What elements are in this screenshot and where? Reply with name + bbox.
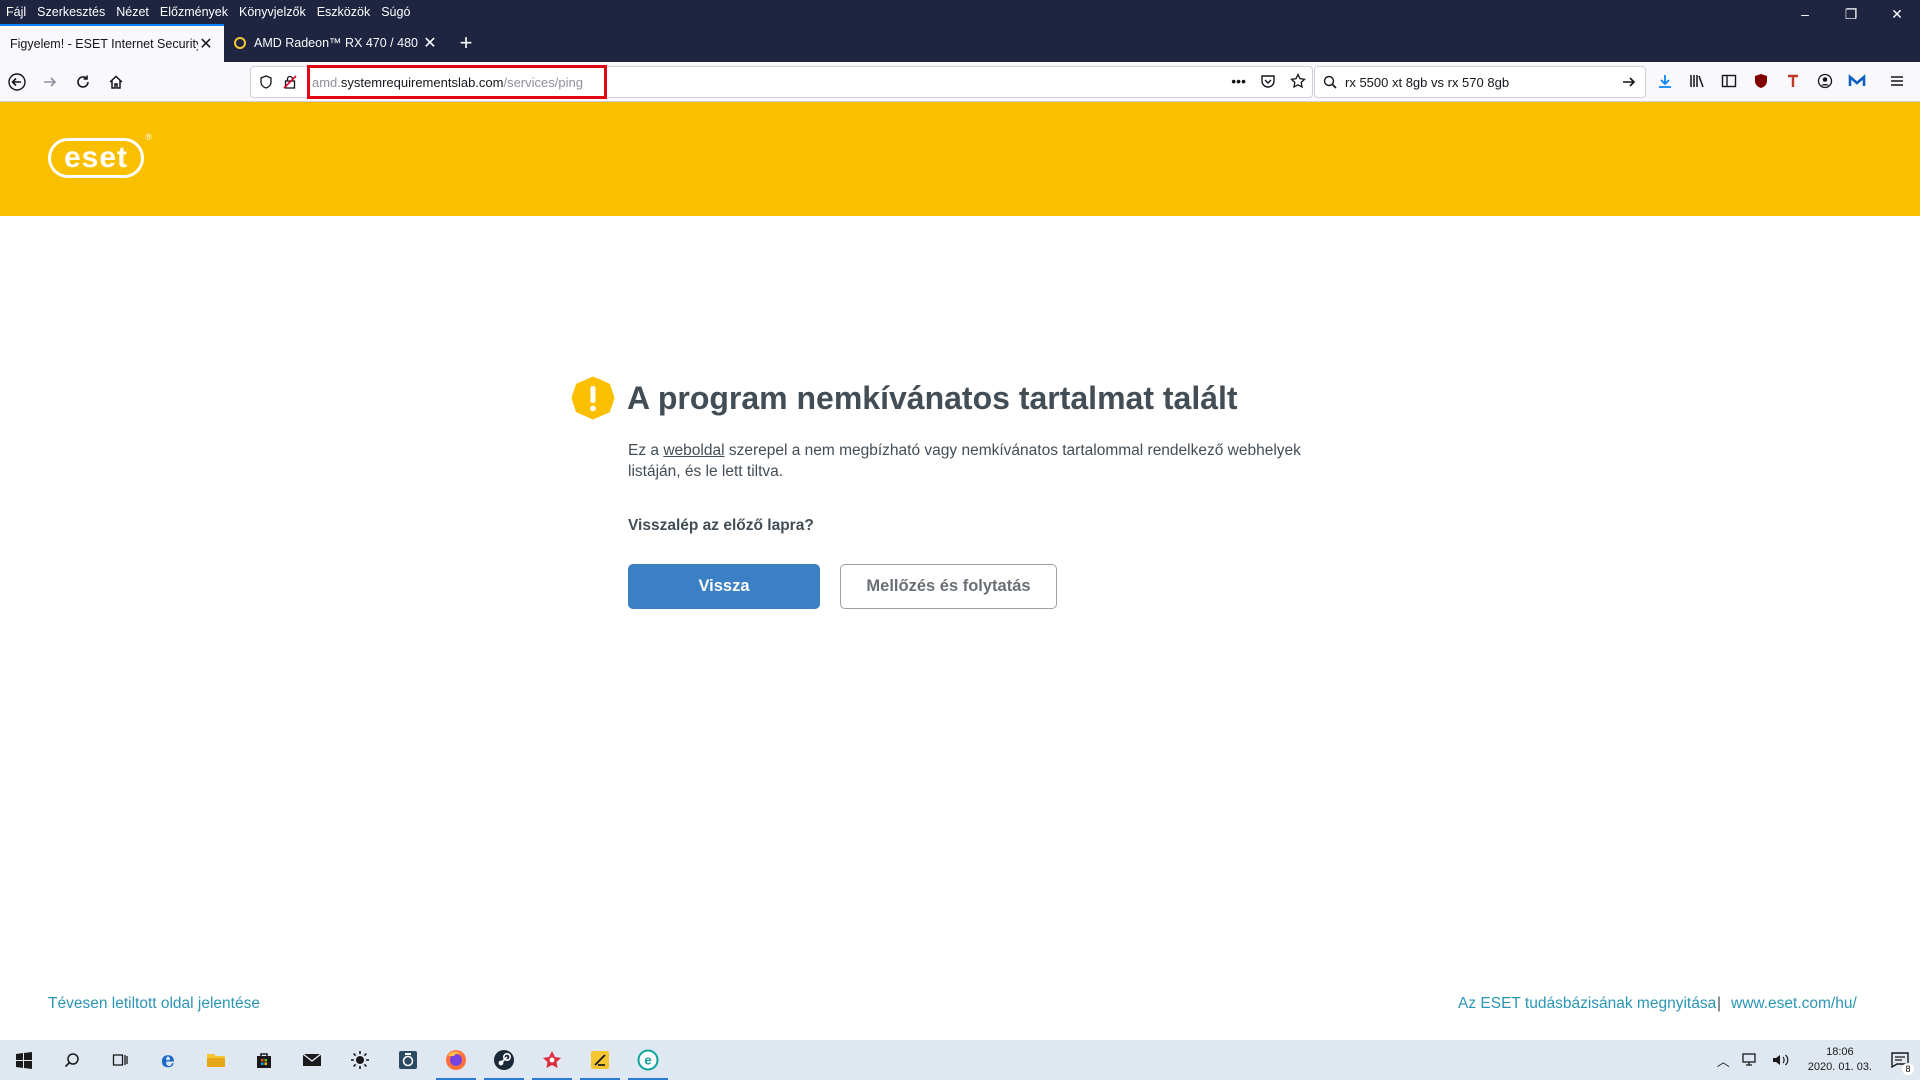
library-icon[interactable] (1687, 70, 1707, 92)
arrow-right-icon (44, 76, 57, 87)
menu-edit[interactable]: Szerkesztés (37, 5, 105, 19)
brightness-icon[interactable] (336, 1040, 384, 1080)
search-bar[interactable]: rx 5500 xt 8gb vs rx 570 8gb (1314, 66, 1646, 98)
new-tab-button[interactable]: + (448, 24, 484, 62)
menu-bar: Fájl Szerkesztés Nézet Előzmények Könyvj… (0, 0, 1920, 24)
back-button[interactable] (1, 66, 33, 98)
footer-separator: | (1717, 995, 1722, 1012)
more-actions-icon[interactable]: ••• (1231, 73, 1246, 89)
show-hidden-icons-icon[interactable]: ︿ (1717, 1051, 1730, 1070)
ignore-and-continue-button[interactable]: Mellőzés és folytatás (840, 564, 1057, 609)
forward-button[interactable] (34, 66, 66, 98)
task-view-icon[interactable] (96, 1040, 144, 1080)
system-tray: ︿ 18:06 2020. 01. 03. 8 (1711, 1040, 1920, 1080)
url-actions: ••• (1231, 73, 1306, 89)
account-icon[interactable] (1815, 70, 1835, 92)
svg-text:e: e (644, 1053, 651, 1068)
tab-title: AMD Radeon™ RX 470 / 480 és (254, 36, 422, 50)
warning-description: Ez a weboldal szerepel a nem megbízható … (628, 440, 1328, 482)
eset-app-icon[interactable]: e (624, 1040, 672, 1080)
file-explorer-icon[interactable] (192, 1040, 240, 1080)
editor-app-icon[interactable] (576, 1040, 624, 1080)
url-subdomain: amd. (312, 75, 341, 90)
mail-icon[interactable] (288, 1040, 336, 1080)
clock-date: 2020. 01. 03. (1807, 1061, 1872, 1073)
store-icon[interactable] (240, 1040, 288, 1080)
home-icon (109, 74, 123, 89)
menu-tools[interactable]: Eszközök (317, 5, 371, 19)
url-text[interactable]: amd.systemrequirementslab.com/services/p… (312, 75, 583, 90)
hamburger-menu-icon[interactable] (1887, 70, 1907, 92)
shield-icon[interactable] (259, 75, 273, 89)
knowledge-base-link[interactable]: Az ESET tudásbázisának megnyitása (1458, 995, 1716, 1013)
volume-icon[interactable] (1772, 1053, 1790, 1067)
warning-exclamation-icon (571, 376, 615, 420)
loading-icon (234, 37, 246, 49)
malwarebytes-icon[interactable] (1847, 70, 1867, 92)
url-bar[interactable]: amd.systemrequirementslab.com/services/p… (250, 65, 1313, 99)
network-icon[interactable] (1742, 1053, 1760, 1067)
bookmark-star-icon[interactable] (1290, 73, 1306, 89)
notification-count: 8 (1902, 1063, 1914, 1075)
close-tab-icon[interactable]: ✕ (198, 34, 214, 54)
search-icon (1323, 75, 1337, 89)
back-button-primary[interactable]: Vissza (628, 564, 820, 609)
taskbar: e e ︿ 18:06 2020. 01. 03. 8 (0, 1040, 1920, 1080)
clock[interactable]: 18:06 2020. 01. 03. (1808, 1045, 1872, 1075)
eset-logo-text: eset (63, 141, 129, 174)
eset-banner: eset ® (0, 102, 1920, 216)
insecure-lock-icon[interactable] (283, 75, 297, 89)
menu-bookmarks[interactable]: Könyvjelzők (239, 5, 306, 19)
sidebar-icon[interactable] (1719, 70, 1739, 92)
action-center-icon[interactable]: 8 (1880, 1040, 1920, 1080)
menu-history[interactable]: Előzmények (160, 5, 228, 19)
menu-file[interactable]: Fájl (6, 5, 26, 19)
url-path: /services/ping (503, 75, 583, 90)
tab-title: Figyelem! - ESET Internet Security (10, 37, 198, 51)
downloads-icon[interactable] (1655, 70, 1675, 92)
close-tab-icon[interactable]: ✕ (422, 33, 438, 53)
edge-icon[interactable]: e (144, 1040, 192, 1080)
toolbar-icons (1655, 70, 1907, 92)
reload-button[interactable] (67, 66, 99, 98)
firefox-icon[interactable] (432, 1040, 480, 1080)
registered-mark: ® (145, 132, 153, 142)
search-input[interactable]: rx 5500 xt 8gb vs rx 570 8gb (1345, 75, 1509, 90)
game-launcher-icon[interactable] (528, 1040, 576, 1080)
search-icon[interactable] (48, 1040, 96, 1080)
tab-amd-radeon[interactable]: AMD Radeon™ RX 470 / 480 és ✕ (224, 24, 448, 62)
pocket-icon[interactable] (1260, 73, 1276, 89)
go-arrow-icon[interactable] (1621, 74, 1637, 90)
report-false-block-link[interactable]: Tévesen letiltott oldal jelentése (48, 995, 260, 1013)
page-title: A program nemkívánatos tartalmat talált (627, 380, 1238, 416)
menu: Fájl Szerkesztés Nézet Előzmények Könyvj… (0, 5, 421, 19)
tab-eset-warning[interactable]: Figyelem! - ESET Internet Security ✕ (0, 24, 224, 62)
go-back-question: Visszalép az előző lapra? (628, 517, 814, 534)
arrow-left-icon (8, 72, 26, 91)
ublock-icon[interactable] (1751, 70, 1771, 92)
steam-icon[interactable] (480, 1040, 528, 1080)
clock-time: 18:06 (1826, 1046, 1854, 1058)
home-button[interactable] (100, 66, 132, 98)
desc-prefix: Ez a (628, 442, 664, 459)
windows-start-icon[interactable] (0, 1040, 48, 1080)
eset-logo: eset ® (48, 133, 152, 178)
tab-strip: Figyelem! - ESET Internet Security ✕ AMD… (0, 24, 1920, 62)
reload-icon (77, 75, 89, 88)
nav-bar: amd.systemrequirementslab.com/services/p… (0, 62, 1920, 102)
menu-help[interactable]: Súgó (381, 5, 410, 19)
website-link[interactable]: weboldal (663, 442, 724, 459)
url-domain: systemrequirementslab.com (340, 75, 504, 90)
menu-view[interactable]: Nézet (116, 5, 149, 19)
camera-app-icon[interactable] (384, 1040, 432, 1080)
translate-icon[interactable] (1783, 70, 1803, 92)
desc-suffix: szerepel a nem megbízható vagy nemkívána… (628, 442, 1301, 480)
eset-site-link[interactable]: www.eset.com/hu/ (1731, 995, 1857, 1013)
